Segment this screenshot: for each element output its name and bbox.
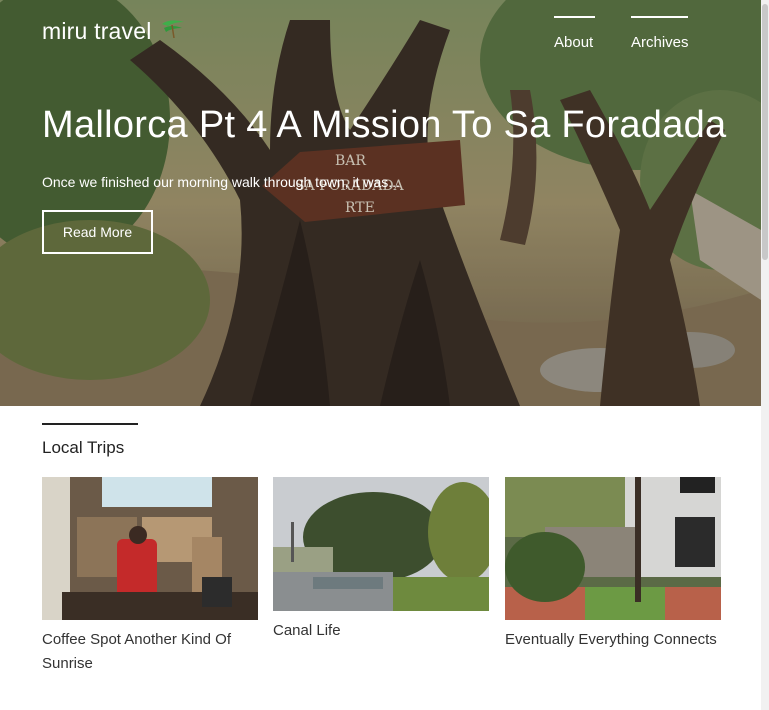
section-title: Local Trips — [42, 438, 125, 457]
main-nav: About Archives — [554, 16, 689, 51]
post-card-canal[interactable]: Canal Life — [273, 477, 489, 643]
nav-link-archives[interactable]: Archives — [631, 16, 689, 51]
nav-link-about[interactable]: About — [554, 16, 595, 51]
hero-title[interactable]: Mallorca Pt 4 A Mission To Sa Foradada — [42, 104, 727, 147]
page-scrollbar[interactable] — [761, 0, 769, 710]
scrollbar-thumb[interactable] — [762, 4, 768, 260]
hero-banner: BAR SA FORADADA RTE miru travel About Ar… — [0, 0, 761, 406]
post-thumbnail[interactable] — [42, 477, 258, 620]
post-thumbnail[interactable] — [505, 477, 721, 620]
post-card-coffee[interactable]: Coffee Spot Another Kind Of Sunrise — [42, 477, 258, 676]
hero-excerpt: Once we finished our morning walk throug… — [42, 174, 400, 190]
hero-overlay — [0, 0, 761, 406]
section-divider — [42, 423, 138, 425]
read-more-button[interactable]: Read More — [42, 210, 153, 254]
post-title[interactable]: Canal Life — [273, 619, 489, 643]
site-brand[interactable]: miru travel — [42, 18, 152, 45]
post-thumbnail[interactable] — [273, 477, 489, 611]
post-title[interactable]: Eventually Everything Connects — [505, 628, 721, 652]
post-card-connects[interactable]: Eventually Everything Connects — [505, 477, 721, 652]
palm-leaf-icon — [162, 20, 184, 38]
post-title[interactable]: Coffee Spot Another Kind Of Sunrise — [42, 628, 258, 676]
